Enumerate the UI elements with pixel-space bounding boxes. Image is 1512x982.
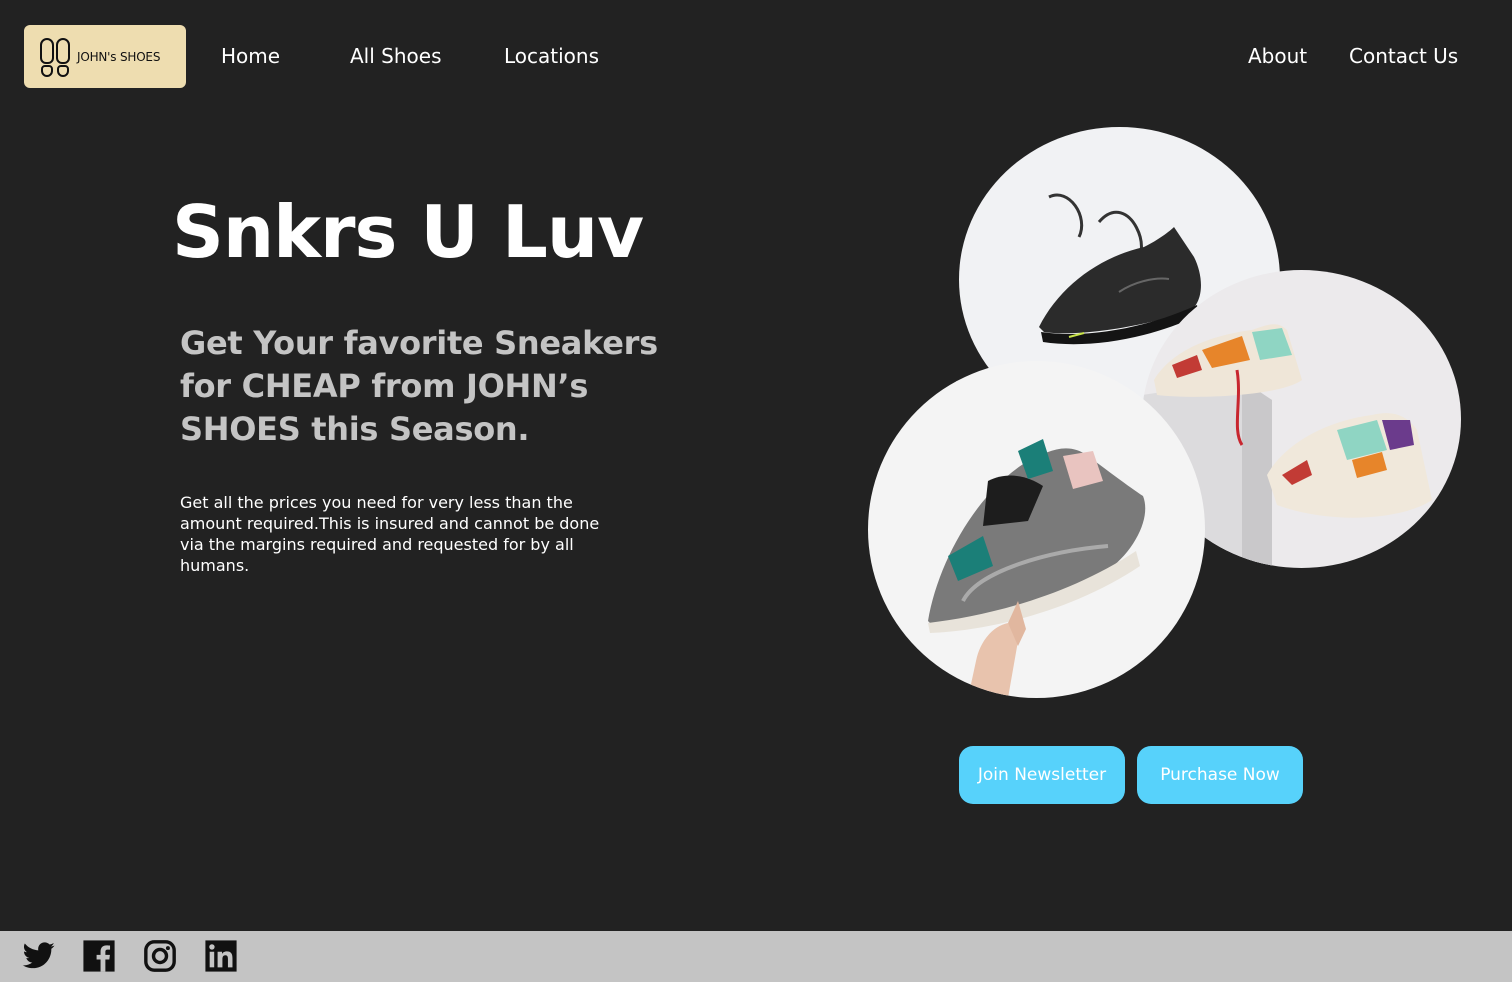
hand-holding-sneaker-photo bbox=[868, 361, 1205, 698]
nav-home[interactable]: Home bbox=[221, 44, 280, 68]
join-newsletter-button[interactable]: Join Newsletter bbox=[959, 746, 1125, 804]
footprints-icon bbox=[40, 37, 70, 77]
hero-title: Snkrs U Luv bbox=[172, 190, 644, 274]
brand-name: JOHN's SHOES bbox=[77, 49, 161, 64]
nav-all-shoes[interactable]: All Shoes bbox=[350, 44, 441, 68]
brand-logo[interactable]: JOHN's SHOES bbox=[24, 25, 186, 88]
instagram-icon[interactable] bbox=[143, 939, 177, 973]
nav-about[interactable]: About bbox=[1248, 44, 1307, 68]
linkedin-icon[interactable] bbox=[204, 939, 238, 973]
hero-subtitle: Get Your favorite Sneakers for CHEAP fro… bbox=[180, 324, 658, 448]
twitter-icon[interactable] bbox=[22, 939, 56, 973]
nav-contact-us[interactable]: Contact Us bbox=[1349, 44, 1458, 68]
nav-locations[interactable]: Locations bbox=[504, 44, 599, 68]
hero-description: Get all the prices you need for very les… bbox=[180, 493, 600, 575]
purchase-now-button[interactable]: Purchase Now bbox=[1137, 746, 1303, 804]
facebook-icon[interactable] bbox=[82, 939, 116, 973]
footer bbox=[0, 931, 1512, 982]
